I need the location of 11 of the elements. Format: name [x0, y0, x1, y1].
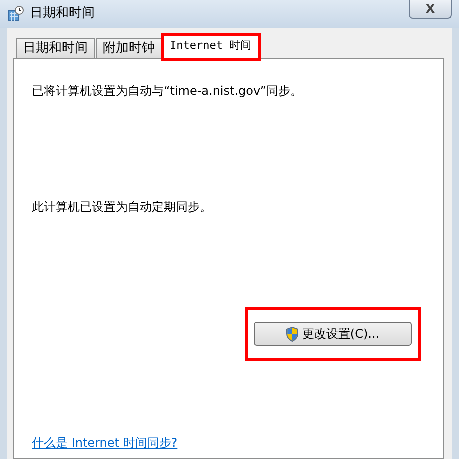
- sync-message: 已将计算机设置为自动与“time-a.nist.gov”同步。: [32, 83, 304, 100]
- window-title: 日期和时间: [30, 5, 95, 24]
- tab[interactable]: 日期和时间: [16, 38, 95, 58]
- calendar-clock-icon: [8, 6, 24, 22]
- help-link[interactable]: 什么是 Internet 时间同步?: [32, 434, 178, 452]
- change-settings-button[interactable]: 更改设置(C)...: [254, 322, 412, 346]
- shield-icon: [286, 326, 300, 342]
- tab[interactable]: Internet 时间: [163, 35, 259, 59]
- close-button[interactable]: X: [409, 0, 452, 19]
- tab[interactable]: 附加时钟: [96, 38, 162, 58]
- schedule-message: 此计算机已设置为自动定期同步。: [32, 199, 213, 216]
